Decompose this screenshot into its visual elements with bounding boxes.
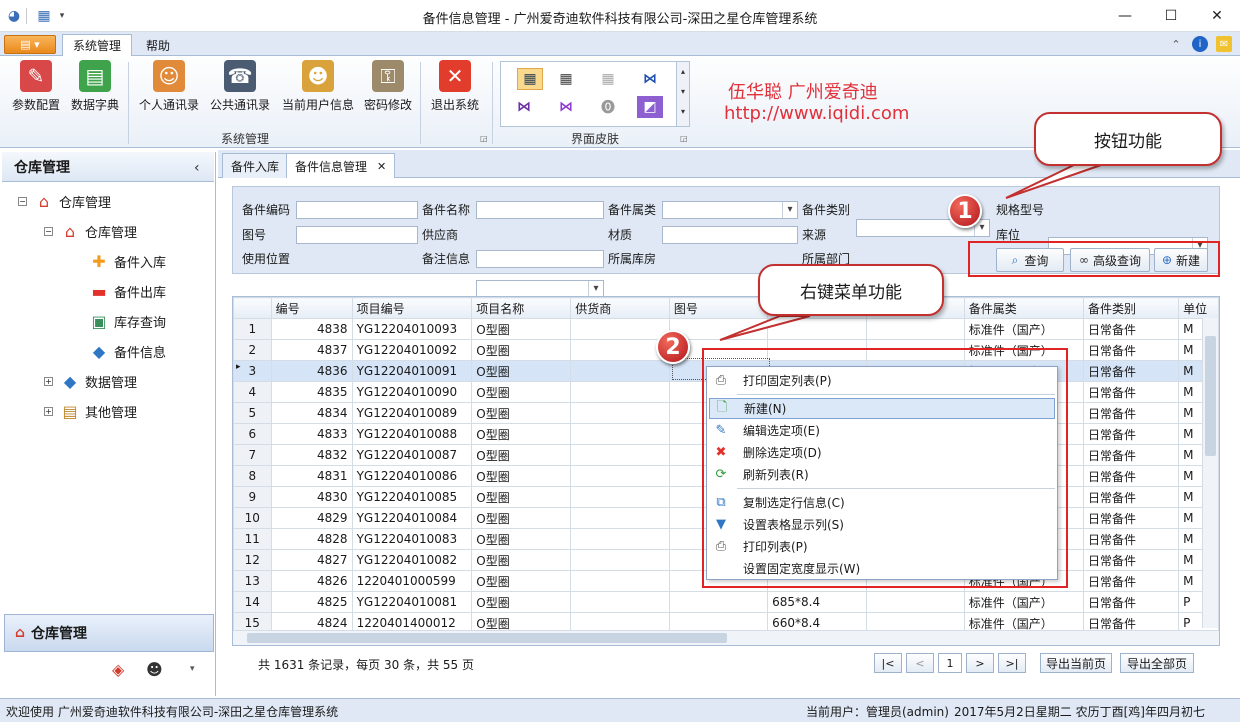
status-date: 2017年5月2日星期二 农历丁酉[鸡]年四月初七: [954, 705, 1205, 719]
export-current-page-button[interactable]: 导出当前页: [1040, 653, 1112, 673]
page-number-input[interactable]: 1: [938, 653, 962, 673]
pager-summary: 共 1631 条记录，每页 30 条，共 55 页: [258, 658, 474, 672]
prev-page-button[interactable]: <: [906, 653, 934, 673]
step-badge-2: 2: [656, 330, 690, 364]
status-welcome: 欢迎使用 广州爱奇迪软件科技有限公司-深田之星仓库管理系统: [6, 705, 339, 719]
callout-pointers: [719, 163, 1105, 341]
next-page-button[interactable]: >: [966, 653, 994, 673]
callout-context-function: 右键菜单功能: [758, 264, 944, 316]
first-page-button[interactable]: |<: [874, 653, 902, 673]
last-page-button[interactable]: >|: [998, 653, 1026, 673]
status-user: 当前用户：管理员(admin): [806, 705, 949, 719]
status-bar: 欢迎使用 广州爱奇迪软件科技有限公司-深田之星仓库管理系统 当前用户：管理员(a…: [0, 698, 1240, 722]
callout-1-pointer: [1005, 163, 1105, 199]
step-badge-1: 1: [948, 194, 982, 228]
callout-2-pointer: [719, 315, 811, 341]
current-row-indicator-icon: ▸: [236, 362, 241, 372]
export-all-pages-button[interactable]: 导出全部页: [1120, 653, 1194, 673]
callout-button-function: 按钮功能: [1034, 112, 1222, 166]
